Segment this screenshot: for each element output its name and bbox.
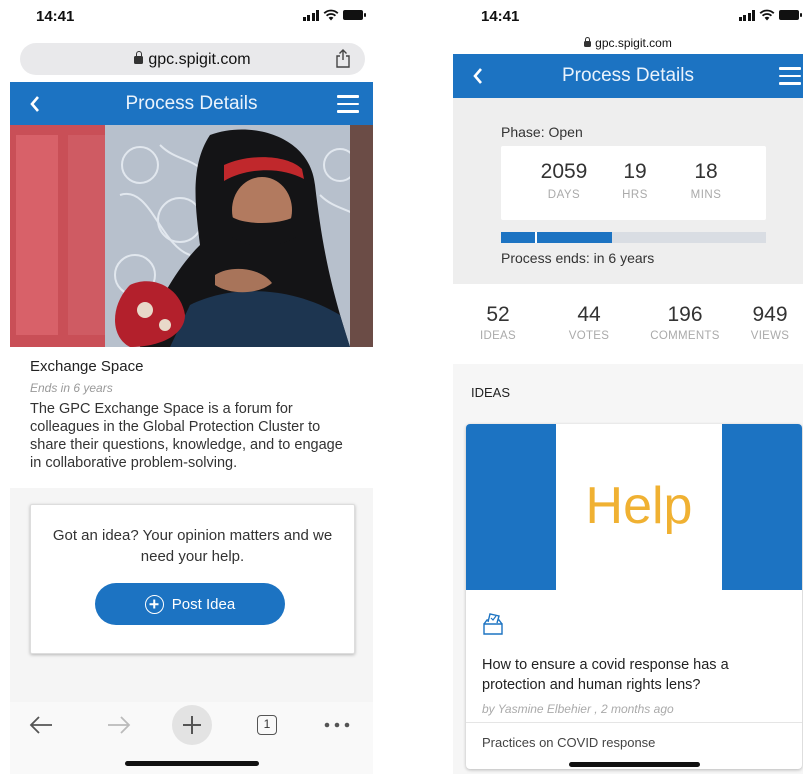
status-icons xyxy=(738,9,802,21)
phase-progress-bar xyxy=(501,232,766,243)
ideas-heading: IDEAS xyxy=(471,385,511,400)
app-header: Process Details xyxy=(453,54,803,98)
home-indicator xyxy=(569,762,700,767)
tabs-count: 1 xyxy=(257,715,277,735)
right-phone-screen: 14:41 gpc.spigit.com Process Details Pha… xyxy=(453,0,803,774)
battery-icon xyxy=(779,10,802,20)
status-bar: 14:41 xyxy=(453,0,803,34)
days-label: DAYS xyxy=(547,189,581,201)
cta-prompt: Got an idea? Your opinion matters and we… xyxy=(52,527,333,565)
stat-votes-value: 44 xyxy=(577,303,601,326)
phase-label: Phase: Open xyxy=(501,124,583,140)
forward-arrow-icon[interactable] xyxy=(102,711,136,739)
wifi-icon xyxy=(759,9,775,21)
stat-comments-label: COMMENTS xyxy=(650,330,720,342)
stat-votes[interactable]: 44 VOTES xyxy=(551,303,627,342)
browser-toolbar: 1 xyxy=(10,702,373,774)
home-indicator xyxy=(124,761,259,766)
tabs-count-icon[interactable]: 1 xyxy=(254,711,280,739)
space-info: Exchange Space Ends in 6 years The GPC E… xyxy=(30,358,353,472)
idea-title[interactable]: How to ensure a covid response has a pro… xyxy=(482,655,786,695)
timer-mins: 18 MINS xyxy=(675,160,737,201)
hero-illustration xyxy=(10,125,373,347)
lock-icon xyxy=(134,51,144,64)
stat-views-value: 949 xyxy=(752,303,788,326)
process-ends-value: in 6 years xyxy=(593,250,655,266)
hrs-label: HRS xyxy=(622,189,648,201)
plus-circle-icon xyxy=(144,594,164,614)
divider xyxy=(466,722,802,723)
mins-label: MINS xyxy=(690,189,722,201)
space-title: Exchange Space xyxy=(30,358,144,375)
status-time: 14:41 xyxy=(36,8,75,25)
idea-card-image: Help xyxy=(466,424,802,590)
ideas-section: IDEAS Help How to ensure a covid respons… xyxy=(453,364,803,774)
phase-section: Phase: Open 2059 DAYS 19 HRS 18 MINS Pro… xyxy=(453,98,803,284)
address-bar[interactable]: gpc.spigit.com xyxy=(20,43,365,75)
stat-ideas-label: IDEAS xyxy=(479,330,516,342)
hrs-value: 19 xyxy=(623,160,647,183)
idea-byline: by Yasmine Elbehier , 2 months ago xyxy=(482,702,674,716)
share-icon[interactable] xyxy=(335,49,351,68)
stat-comments-value: 196 xyxy=(667,303,703,326)
stat-ideas-value: 52 xyxy=(486,303,510,326)
post-idea-label: Post Idea xyxy=(171,595,236,613)
stat-views-label: VIEWS xyxy=(750,330,790,342)
idea-category[interactable]: Practices on COVID response xyxy=(482,735,655,750)
timer-hrs: 19 HRS xyxy=(609,160,661,201)
signal-icon xyxy=(302,9,319,21)
address-url: gpc.spigit.com xyxy=(148,51,251,68)
status-bar: 14:41 xyxy=(10,0,373,34)
new-tab-plus-icon[interactable] xyxy=(172,705,212,745)
countdown-timer: 2059 DAYS 19 HRS 18 MINS xyxy=(501,146,766,220)
hero-photo xyxy=(10,125,373,347)
stat-ideas[interactable]: 52 IDEAS xyxy=(461,303,535,342)
app-header: Process Details xyxy=(10,82,373,126)
post-idea-card: Got an idea? Your opinion matters and we… xyxy=(30,504,355,654)
address-bar[interactable]: gpc.spigit.com xyxy=(453,36,803,50)
signal-icon xyxy=(738,9,755,21)
page-title: Process Details xyxy=(562,65,694,86)
left-phone-screen: 14:41 gpc.spigit.com Process Details Exc… xyxy=(10,0,373,774)
progress-marker xyxy=(535,232,537,243)
idea-image-text: Help xyxy=(585,477,693,535)
address-text-wrap: gpc.spigit.com xyxy=(20,51,365,69)
idea-card[interactable]: Help How to ensure a covid response has … xyxy=(466,424,802,769)
status-icons xyxy=(302,9,366,21)
phase-value: Open xyxy=(548,124,583,140)
space-ends: Ends in 6 years xyxy=(30,381,113,395)
address-url: gpc.spigit.com xyxy=(595,36,672,50)
cta-section: Got an idea? Your opinion matters and we… xyxy=(10,488,373,702)
process-ends: Process ends: in 6 years xyxy=(501,250,655,266)
stats-row: 52 IDEAS 44 VOTES 196 COMMENTS 949 VIEWS xyxy=(453,298,803,358)
status-time: 14:41 xyxy=(481,8,520,25)
post-idea-button[interactable]: Post Idea xyxy=(95,583,285,625)
more-dots-icon[interactable] xyxy=(320,711,354,739)
battery-icon xyxy=(343,10,366,20)
mins-value: 18 xyxy=(694,160,718,183)
wifi-icon xyxy=(323,9,339,21)
hamburger-menu-icon[interactable] xyxy=(337,95,359,113)
space-description: The GPC Exchange Space is a forum for co… xyxy=(30,401,343,471)
phase-progress-fill xyxy=(501,232,613,243)
stat-comments[interactable]: 196 COMMENTS xyxy=(637,303,733,342)
lock-icon xyxy=(584,37,592,47)
page-title: Process Details xyxy=(125,93,258,114)
ballot-box-icon xyxy=(483,613,503,635)
days-value: 2059 xyxy=(540,160,588,183)
hamburger-menu-icon[interactable] xyxy=(779,67,801,85)
stat-votes-label: VOTES xyxy=(568,330,610,342)
back-arrow-icon[interactable] xyxy=(24,711,58,739)
timer-days: 2059 DAYS xyxy=(521,160,607,201)
stat-views[interactable]: 949 VIEWS xyxy=(739,303,801,342)
